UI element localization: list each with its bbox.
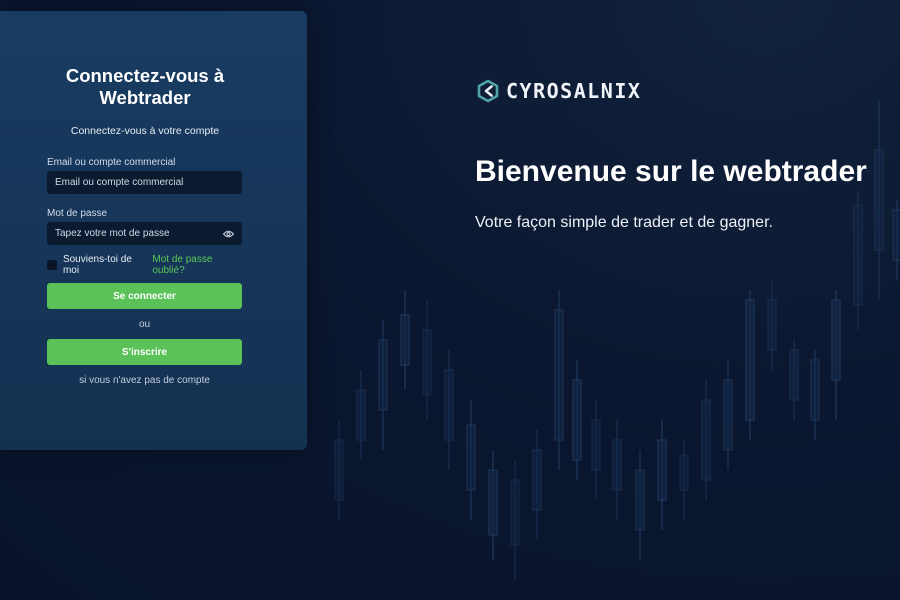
- password-input[interactable]: [55, 228, 222, 239]
- candle: [767, 280, 777, 370]
- candle: [892, 200, 900, 280]
- candle: [444, 350, 454, 470]
- login-title: Connectez-vous à Webtrader: [65, 65, 225, 108]
- candle: [488, 450, 498, 560]
- candle: [679, 440, 689, 520]
- email-field-container[interactable]: [47, 171, 242, 194]
- candle: [591, 400, 601, 500]
- password-field-container[interactable]: [47, 222, 242, 245]
- candle: [356, 370, 366, 460]
- email-label: Email ou compte commercial: [47, 157, 176, 168]
- candle: [810, 350, 820, 440]
- candle: [612, 420, 622, 520]
- candle: [510, 460, 520, 580]
- candle: [378, 320, 388, 450]
- candle: [422, 300, 432, 420]
- candle: [554, 290, 564, 470]
- candle: [635, 450, 645, 560]
- candle: [466, 400, 476, 520]
- hero-subtitle: Votre façon simple de trader et de gagne…: [475, 214, 773, 231]
- signup-button[interactable]: S'inscrire: [47, 339, 242, 365]
- show-password-eye-icon[interactable]: [222, 228, 234, 240]
- remember-me-label[interactable]: Souviens-toi de moi: [63, 254, 150, 276]
- hero-title: Bienvenue sur le webtrader: [475, 155, 867, 188]
- remember-row: Souviens-toi de moi Mot de passe oublié?: [47, 254, 247, 276]
- candle: [657, 420, 667, 530]
- candle: [745, 290, 755, 440]
- or-separator: ou: [138, 319, 151, 330]
- remember-me-checkbox[interactable]: [47, 260, 57, 270]
- no-account-text: si vous n'avez pas de compte: [79, 375, 210, 386]
- password-label: Mot de passe: [47, 208, 108, 219]
- candle: [572, 360, 582, 480]
- candle: [874, 100, 884, 300]
- candle: [701, 380, 711, 500]
- login-button[interactable]: Se connecter: [47, 283, 242, 309]
- login-subtitle: Connectez-vous à votre compte: [70, 125, 220, 137]
- candle: [723, 360, 733, 470]
- forgot-password-link[interactable]: Mot de passe oublié?: [152, 254, 247, 276]
- candle: [400, 290, 410, 390]
- candle: [532, 430, 542, 540]
- candle: [334, 420, 344, 520]
- candle: [789, 340, 799, 420]
- hexagon-chevron-logo-icon: [477, 79, 499, 103]
- email-input[interactable]: [55, 177, 234, 188]
- candle: [831, 290, 841, 420]
- brand-name: CYROSALNIX: [506, 79, 642, 103]
- brand: CYROSALNIX: [476, 78, 641, 104]
- login-page: Connectez-vous à Webtrader Connectez-vou…: [0, 0, 900, 600]
- candle: [853, 190, 863, 330]
